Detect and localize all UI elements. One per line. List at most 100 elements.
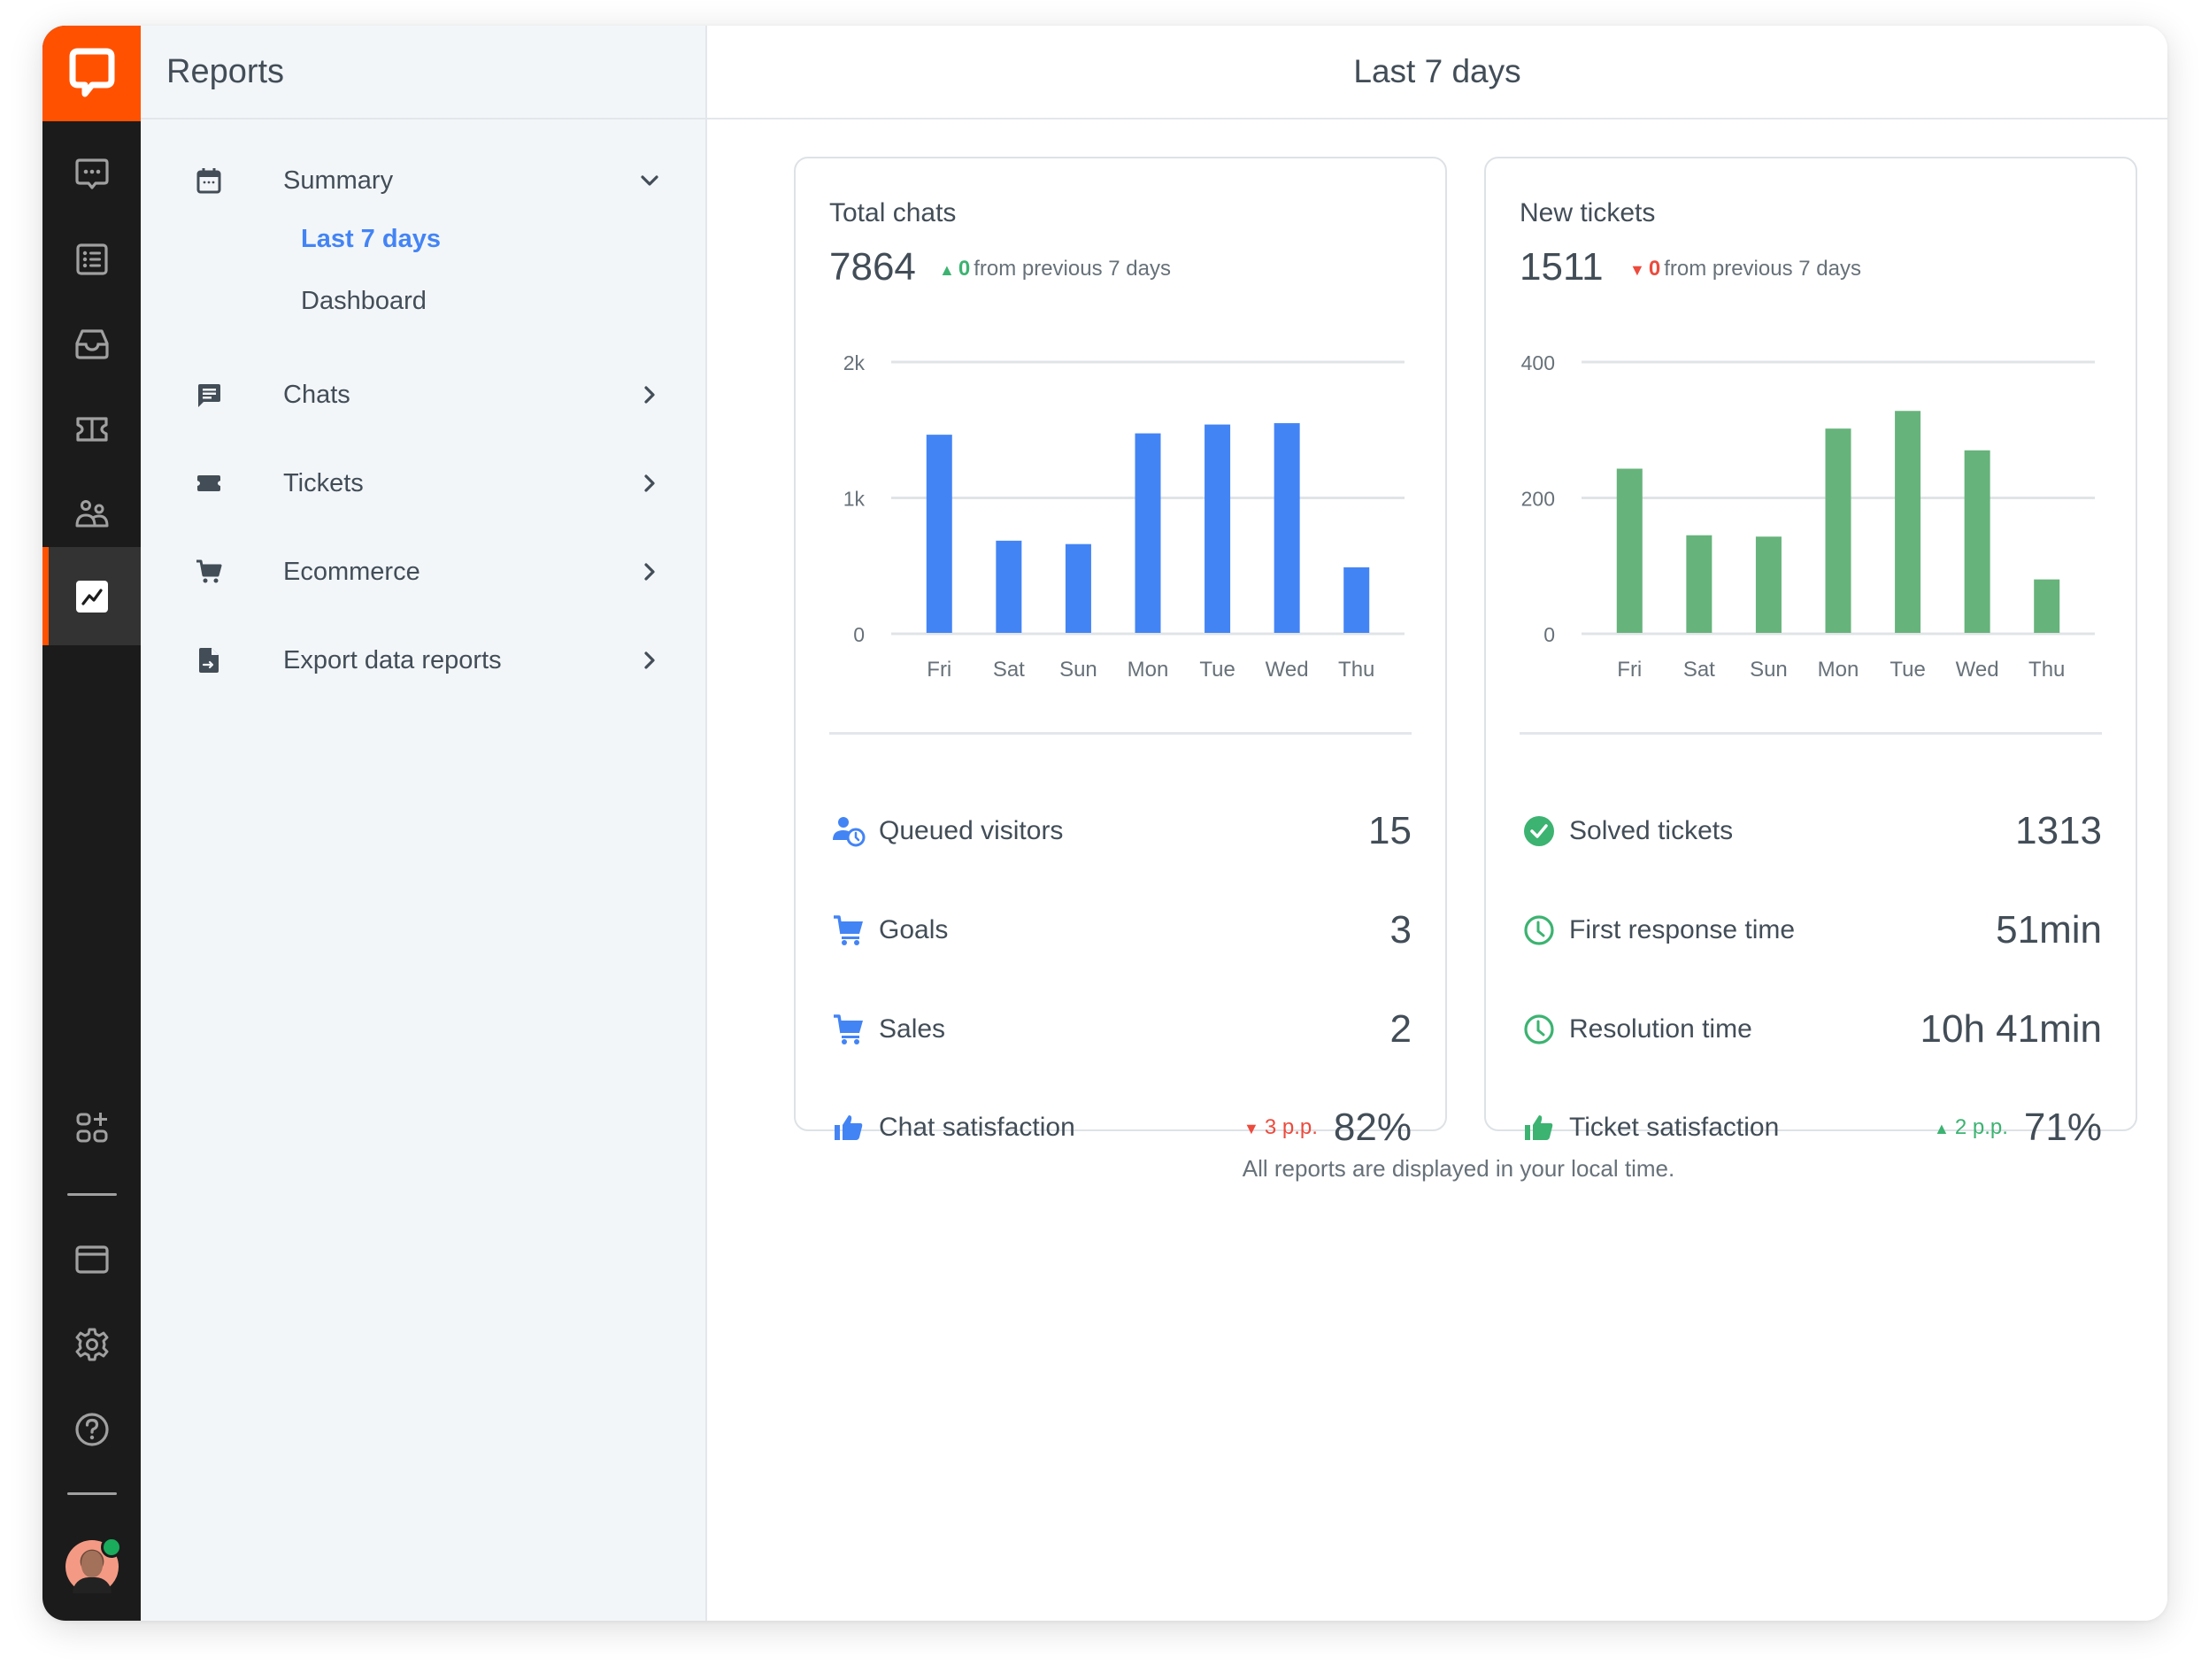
inbox-tray-icon: [74, 329, 109, 359]
card-divider: [829, 732, 1412, 735]
bar-sat[interactable]: [996, 540, 1022, 633]
delta-value: 0: [958, 257, 971, 281]
x-tick-label: Sun: [1750, 658, 1788, 682]
bar-sat[interactable]: [1686, 535, 1713, 633]
list-icon: [75, 243, 108, 275]
metric-value: 10h 41min: [1920, 1007, 2102, 1051]
nav-item-chats[interactable]: Chats: [141, 364, 707, 426]
nav-sub-dashboard[interactable]: Dashboard: [301, 287, 427, 316]
bar-thu[interactable]: [2034, 579, 2060, 633]
x-tick-label: Mon: [1128, 658, 1169, 682]
delta-text: from previous 7 days: [1664, 257, 1861, 281]
metric-label: First response time: [1569, 915, 1796, 944]
metric-goals: Goals 3: [829, 899, 1412, 961]
arrow-down-icon: ▼: [1243, 1120, 1259, 1137]
nav-label-chats: Chats: [283, 380, 350, 409]
y-tick-label: 0: [1543, 623, 1555, 646]
metric-label: Chat satisfaction: [879, 1113, 1075, 1142]
bar-tue[interactable]: [1205, 424, 1231, 633]
nav-header: Reports: [141, 26, 705, 119]
chat-bubble-icon: [74, 158, 109, 189]
clock-icon: [1520, 911, 1559, 950]
main-content: Last 7 days Total chats 7864 ▲ 0 from prev…: [707, 26, 2167, 1621]
team-icon: [75, 500, 108, 528]
nav-label-ecommerce: Ecommerce: [283, 557, 420, 586]
x-tick-label: Sat: [1683, 658, 1715, 682]
bar-fri[interactable]: [926, 435, 952, 633]
bar-wed[interactable]: [1274, 423, 1300, 633]
chevron-right-icon: [644, 651, 655, 669]
bar-wed[interactable]: [1964, 450, 1990, 633]
credit-card-icon: [74, 1245, 109, 1274]
rail-apps[interactable]: [42, 1086, 141, 1171]
rail-tickets[interactable]: [42, 387, 141, 472]
user-avatar[interactable]: [65, 1537, 122, 1593]
cart-icon: [194, 557, 224, 587]
new-tickets-chart: 0 200 400 Fri Sat Sun Mon Tue Wed Thu: [1521, 351, 2095, 682]
x-tick-label: Sat: [993, 658, 1025, 682]
metric-label: Queued visitors: [879, 816, 1064, 845]
metric-sales: Sales 2: [829, 998, 1412, 1060]
rail-reports[interactable]: [42, 547, 141, 645]
arrow-down-icon: ▼: [1629, 261, 1645, 279]
nav-item-ecommerce[interactable]: Ecommerce: [141, 541, 707, 603]
thumbs-up-icon: [1520, 1108, 1559, 1147]
metric-first-response-time: First response time 51min: [1520, 899, 2102, 961]
bar-tue[interactable]: [1895, 411, 1921, 633]
metric-queued-visitors: Queued visitors 15: [829, 800, 1412, 862]
chevron-down-icon: [641, 175, 658, 186]
new-tickets-card: New tickets 1511 ▼ 0 from previous 7 days …: [1484, 157, 2137, 1149]
bar-mon[interactable]: [1135, 433, 1161, 633]
nav-item-summary[interactable]: Summary: [141, 150, 707, 212]
app-window: Reports Summary Last 7 days Dashboard Ch…: [42, 26, 2167, 1621]
card-title: New tickets: [1520, 198, 1656, 227]
nav-label-tickets: Tickets: [283, 468, 364, 497]
bar-fri[interactable]: [1616, 468, 1643, 633]
x-tick-label: Tue: [1890, 658, 1925, 682]
y-tick-label: 200: [1521, 488, 1555, 511]
ticket-report-icon: [194, 468, 224, 498]
card-divider: [1520, 732, 2102, 735]
page-title: Last 7 days: [1353, 53, 1521, 89]
help-icon: [74, 1413, 109, 1446]
gear-icon: [75, 1328, 108, 1361]
ticket-icon: [75, 417, 108, 442]
metric-value: 3: [1389, 908, 1412, 952]
nav-sub-last-7-days[interactable]: Last 7 days: [301, 225, 441, 254]
x-tick-label: Sun: [1059, 658, 1097, 682]
rail-help[interactable]: [42, 1387, 141, 1472]
nav-item-export[interactable]: Export data reports: [141, 629, 707, 691]
y-tick-label: 1k: [843, 488, 866, 511]
export-file-icon: [194, 645, 224, 675]
nav-item-tickets[interactable]: Tickets: [141, 452, 707, 514]
delta-value: 0: [1648, 257, 1661, 281]
rail-separator: [67, 1193, 117, 1196]
cart-icon: [829, 911, 868, 950]
rail-billing[interactable]: [42, 1217, 141, 1302]
nav-title: Reports: [166, 52, 285, 90]
main-header: Last 7 days: [707, 26, 2167, 119]
cart-icon: [829, 1010, 868, 1049]
card-delta: ▲ 0 from previous 7 days: [939, 257, 1171, 281]
rail-customers[interactable]: [42, 217, 141, 302]
metric-label: Solved tickets: [1569, 816, 1734, 845]
x-tick-label: Tue: [1199, 658, 1235, 682]
avatar-shirt: [73, 1577, 112, 1593]
bar-mon[interactable]: [1825, 428, 1851, 633]
bar-sun[interactable]: [1755, 536, 1782, 633]
chevron-right-icon: [644, 563, 655, 581]
metric-delta: ▼ 3 p.p.: [1243, 1115, 1318, 1140]
x-tick-label: Thu: [2028, 658, 2065, 682]
bar-thu[interactable]: [1343, 566, 1370, 633]
bar-sun[interactable]: [1065, 543, 1091, 633]
x-tick-label: Fri: [1617, 658, 1642, 682]
metric-value: 2: [1389, 1007, 1412, 1051]
queued-visitor-icon: [829, 812, 868, 851]
rail-archives[interactable]: [42, 302, 141, 387]
livechat-logo[interactable]: [42, 26, 141, 121]
rail-settings[interactable]: [42, 1302, 141, 1387]
metric-label: Resolution time: [1569, 1014, 1752, 1044]
icon-rail: [42, 26, 141, 1621]
rail-team[interactable]: [42, 472, 141, 557]
rail-chats[interactable]: [42, 132, 141, 217]
